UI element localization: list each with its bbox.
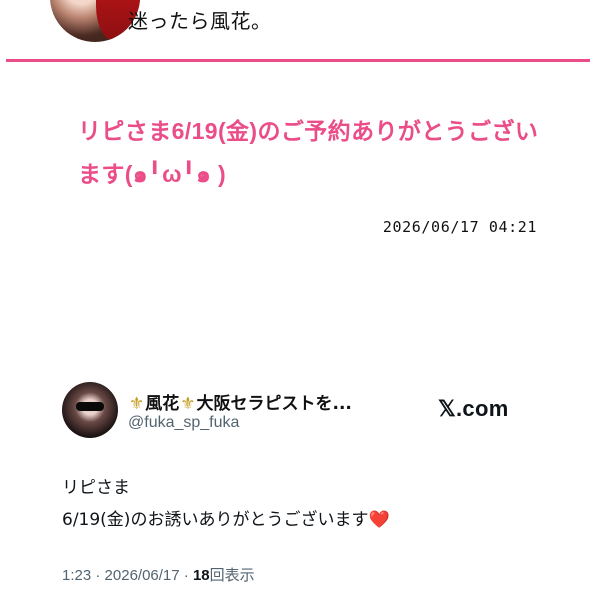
fleur-de-lis-icon: ⚜ [129,394,145,414]
display-name-part2: 大阪セラピストを... [196,394,352,414]
tweet-meta: 1:23 · 2026/06/17 · 18回表示 [62,564,255,585]
tweet-view-label: 回表示 [209,567,255,584]
header-divider [6,59,590,62]
heart-icon: ❤️ [368,510,390,530]
display-name-part1: 風花 [145,394,180,414]
tweet-text-line2-body: 6/19(金)のお誘いありがとうございます [62,510,369,530]
post-title: リピさま6/19(金)のご予約ありがとうございます(๑╹ω╹๑ ) [78,118,539,187]
meta-separator: · [95,567,101,584]
author-avatar[interactable] [50,0,140,42]
tweet-display-name[interactable]: ⚜風花⚜大阪セラピストを... [128,389,352,414]
tweet-text: リピさま 6/19(金)のお誘いありがとうございます❤️ [62,472,532,536]
tweet-text-line1: リピさま [62,478,130,498]
avatar-sunglasses [76,402,104,411]
tweet-text-line2: 6/19(金)のお誘いありがとうございます❤️ [62,504,532,536]
post-timestamp: 2026/06/17 04:21 [382,218,537,236]
tweet-time[interactable]: 1:23 [62,567,91,584]
blog-page: 迷ったら風花。 リピさま6/19(金)のご予約ありがとうございます(๑╹ω╹๑ … [0,0,600,600]
fleur-de-lis-icon: ⚜ [180,394,196,414]
meta-separator: · [183,567,189,584]
tweet-date[interactable]: 2026/06/17 [105,567,180,584]
tweet-author-avatar[interactable] [62,382,118,438]
tweet-handle[interactable]: @fuka_sp_fuka [128,414,239,432]
tweet-view-count: 18 [192,567,210,584]
blog-tagline: 迷ったら風花。 [128,9,272,33]
x-logo-link[interactable]: 𝕏.com [438,396,509,422]
